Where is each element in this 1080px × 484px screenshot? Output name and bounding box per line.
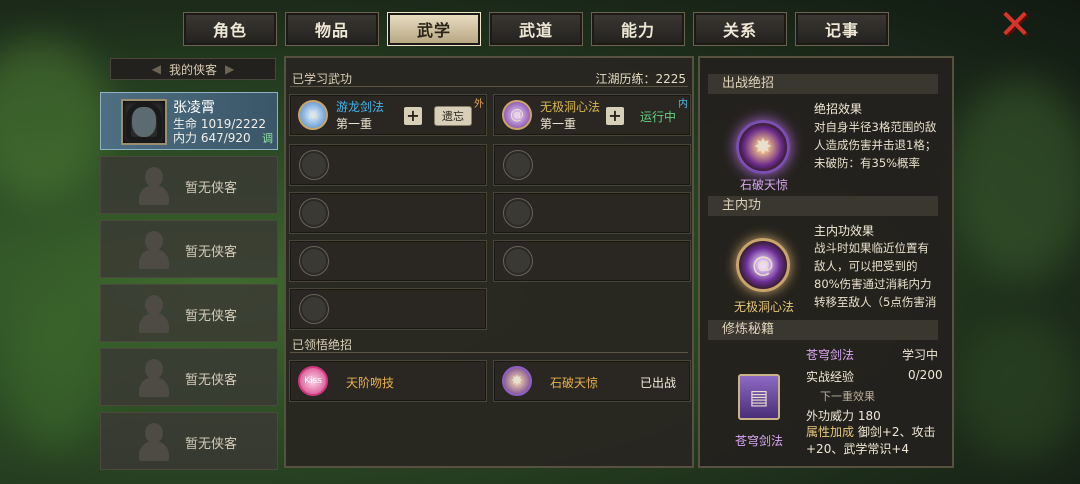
empty-slot-icon [504, 247, 532, 275]
close-icon[interactable]: ✕ [996, 5, 1034, 45]
exp-value: 0/200 [908, 368, 943, 382]
tab-martial-arts[interactable]: 武学 [387, 12, 481, 46]
deployed-status: 已出战 [639, 376, 676, 390]
empty-slot-icon [504, 199, 532, 227]
external-power: 外功威力 180 [806, 409, 881, 423]
companion-list-header: ◀ 我的侠客 ▶ [110, 58, 276, 80]
empty-skill-slot[interactable] [289, 240, 487, 282]
divider [290, 86, 688, 87]
running-status: 运行中 [640, 110, 677, 124]
hero-card[interactable]: 张凌霄 生命 1019/2222 内力 647/920 调 [100, 92, 278, 150]
sword-skill-icon: ⚔ [298, 100, 328, 130]
section-main-inner: 主内功 [708, 196, 938, 216]
empty-skill-slot[interactable] [493, 192, 691, 234]
chevron-right-icon[interactable]: ▶ [225, 62, 234, 76]
section-active-ult: 出战绝招 [708, 74, 938, 94]
skill-name: 游龙剑法 [336, 100, 385, 114]
vortex-skill-icon: @ [502, 100, 532, 130]
empty-skill-slot[interactable] [493, 240, 691, 282]
upgrade-plus-button[interactable]: + [606, 107, 624, 125]
empty-companion-slot[interactable]: 暂无侠客 [100, 220, 278, 278]
skill-type-tag: 外 [474, 99, 484, 110]
empty-companion-slot[interactable]: 暂无侠客 [100, 348, 278, 406]
avatar [121, 99, 167, 145]
empty-slot-icon [300, 199, 328, 227]
skill-slot-internal[interactable]: @ 无极洞心法 第一重 + 运行中 内 [493, 94, 691, 136]
top-tab-bar: 角色 物品 武学 武道 能力 关系 记事 [183, 12, 889, 46]
tab-abilities[interactable]: 能力 [591, 12, 685, 46]
ult-effect-title: 绝招效果 [814, 102, 863, 116]
empty-companion-slot[interactable]: 暂无侠客 [100, 284, 278, 342]
tab-items[interactable]: 物品 [285, 12, 379, 46]
inner-effect-desc: 战斗时如果临近位置有敌人，可以把受到的80%伤害通过消耗内力转移至敌人（5点伤害… [814, 241, 937, 309]
silhouette-icon [139, 167, 169, 205]
skill-name: 无极洞心法 [540, 100, 601, 114]
ult-name: 石破天惊 [550, 376, 599, 390]
tab-character[interactable]: 角色 [183, 12, 277, 46]
tab-relations[interactable]: 关系 [693, 12, 787, 46]
empty-slot-icon [504, 151, 532, 179]
burst-medal-icon: ✸ [736, 120, 790, 174]
ult-effect-desc: 对自身半径3格范围的敌人造成伤害并击退1格；未破防：有35%概率 [814, 120, 937, 170]
empty-skill-slot[interactable] [289, 288, 487, 330]
ult-slot-kiss[interactable]: Kiss 天阶吻技 [289, 360, 487, 402]
book-name: 苍穹剑法 [806, 348, 855, 362]
tab-journal[interactable]: 记事 [795, 12, 889, 46]
skill-slot-external[interactable]: ⚔ 游龙剑法 第一重 + 遗忘 外 [289, 94, 487, 136]
upgrade-plus-button[interactable]: + [404, 107, 422, 125]
silhouette-icon [139, 295, 169, 333]
empty-companion-slot[interactable]: 暂无侠客 [100, 412, 278, 470]
vortex-medal-icon: @ [736, 238, 790, 292]
hero-mp: 内力 647/920 [173, 131, 251, 145]
active-ult-label: 石破天惊 [739, 178, 788, 192]
book-label: 苍穹剑法 [734, 434, 783, 448]
tab-martial-way[interactable]: 武道 [489, 12, 583, 46]
section-cultivation-book: 修炼秘籍 [708, 320, 938, 340]
ult-name: 天阶吻技 [346, 376, 395, 390]
kiss-skill-icon: Kiss [298, 366, 328, 396]
lore-counter: 江湖历练：2225 [595, 72, 686, 86]
forget-button[interactable]: 遗忘 [434, 106, 472, 126]
ult-slot-rock[interactable]: ✸ 石破天惊 已出战 [493, 360, 691, 402]
hero-name: 张凌霄 [173, 100, 215, 116]
learned-ult-title: 已领悟绝招 [292, 338, 353, 352]
silhouette-icon [139, 231, 169, 269]
skill-type-tag: 内 [678, 99, 688, 110]
skill-level: 第一重 [540, 117, 577, 131]
empty-slot-icon [300, 295, 328, 323]
next-level-label: 下一重效果 [820, 390, 875, 403]
empty-slot-icon [300, 151, 328, 179]
divider [290, 352, 688, 353]
companion-list: ◀ 我的侠客 ▶ 张凌霄 生命 1019/2222 内力 647/920 调 暂… [100, 58, 280, 470]
learned-arts-title: 已学习武功 [292, 72, 353, 86]
martial-arts-panel: 已学习武功 江湖历练：2225 ⚔ 游龙剑法 第一重 + 遗忘 外 @ 无极洞心… [284, 56, 694, 468]
empty-skill-slot[interactable] [289, 192, 487, 234]
empty-companion-slot[interactable]: 暂无侠客 [100, 156, 278, 214]
chevron-left-icon[interactable]: ◀ [152, 62, 161, 76]
book-status: 学习中 [902, 348, 939, 362]
silhouette-icon [139, 359, 169, 397]
book-icon: ▤ [738, 374, 780, 420]
burst-skill-icon: ✸ [502, 366, 532, 396]
silhouette-icon [139, 423, 169, 461]
skill-level: 第一重 [336, 117, 373, 131]
empty-slot-icon [300, 247, 328, 275]
empty-skill-slot[interactable] [493, 144, 691, 186]
empty-skill-slot[interactable] [289, 144, 487, 186]
hero-badge: 调 [262, 132, 273, 145]
attribute-bonus: 属性加成 御剑+2、攻击+20、武学常识+4 [806, 425, 936, 456]
detail-panel: 出战绝招 ✸ 石破天惊 绝招效果 对自身半径3格范围的敌人造成伤害并击退1格；未… [698, 56, 954, 468]
companion-list-title: 我的侠客 [168, 62, 217, 77]
inner-effect-title: 主内功效果 [814, 224, 875, 238]
inner-art-label: 无极洞心法 [733, 300, 794, 314]
exp-label: 实战经验 [806, 370, 855, 384]
